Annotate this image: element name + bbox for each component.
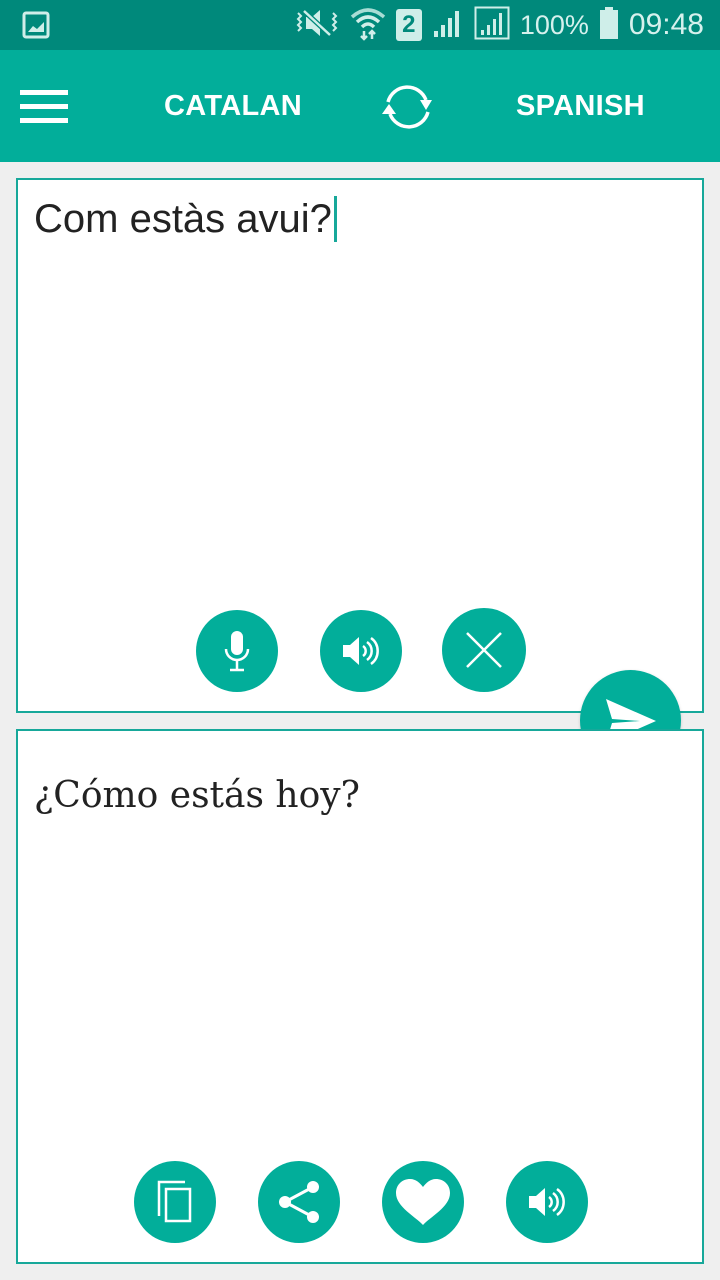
signal-roaming-icon	[474, 6, 510, 45]
clear-button[interactable]	[442, 608, 526, 692]
copy-button[interactable]	[134, 1161, 216, 1243]
clock: 09:48	[628, 8, 704, 41]
translated-text: ¿Cómo estás hoy?	[34, 775, 360, 816]
speak-input-button[interactable]	[320, 610, 402, 692]
source-language-button[interactable]: CATALAN	[164, 90, 302, 123]
status-bar: 2 100% 09:48	[0, 0, 720, 50]
close-icon	[466, 632, 502, 668]
microphone-button[interactable]	[196, 610, 278, 692]
vibrate-mute-icon	[294, 7, 340, 44]
target-language-button[interactable]: SPANISH	[516, 90, 645, 123]
output-panel: ¿Cómo estás hoy?	[16, 729, 704, 1264]
wifi-icon	[350, 5, 386, 46]
signal-icon	[432, 7, 464, 44]
speak-output-button[interactable]	[506, 1161, 588, 1243]
copy-icon	[157, 1180, 192, 1223]
share-icon	[279, 1181, 319, 1223]
source-text-input[interactable]: Com estàs avui?	[34, 196, 337, 242]
swap-languages-icon[interactable]	[374, 78, 442, 136]
heart-icon	[396, 1179, 450, 1225]
favorite-button[interactable]	[382, 1161, 464, 1243]
app-bar: CATALAN SPANISH	[0, 50, 720, 162]
sim-2-icon: 2	[395, 9, 422, 41]
battery-icon	[599, 6, 619, 45]
speaker-icon	[529, 1187, 565, 1217]
input-panel: Com estàs avui?	[16, 178, 704, 713]
text-cursor	[333, 196, 337, 242]
hamburger-menu-icon[interactable]	[20, 90, 68, 124]
gallery-notification-icon	[22, 11, 50, 44]
speaker-icon	[343, 636, 379, 666]
share-button[interactable]	[258, 1161, 340, 1243]
battery-percent: 100%	[519, 9, 589, 40]
microphone-icon	[224, 631, 250, 672]
